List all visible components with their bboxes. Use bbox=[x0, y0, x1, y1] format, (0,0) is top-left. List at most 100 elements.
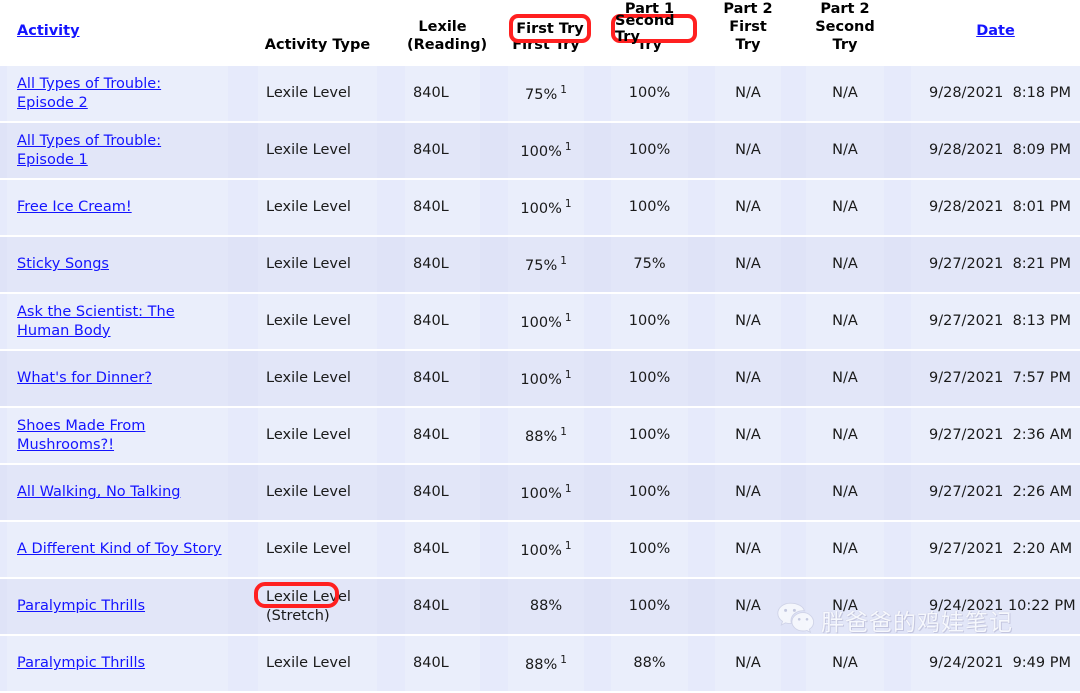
cell-activity-type: Lexile Level bbox=[258, 178, 377, 238]
cell-lexile: 840L bbox=[405, 406, 480, 466]
date-sort-link[interactable]: Date bbox=[976, 23, 1015, 39]
cell-activity-type: Lexile Level bbox=[258, 463, 377, 523]
table-row: Sticky Songs Lexile Level 840L 75% 1 75% N/A N/… bbox=[0, 235, 1080, 295]
cell-date: 9/27/2021 2:20 AM bbox=[911, 520, 1080, 580]
cell-activity: All Types of Trouble: Episode 1 bbox=[7, 121, 228, 181]
activity-link[interactable]: What's for Dinner? bbox=[17, 370, 152, 386]
row-spacer-1 bbox=[228, 64, 258, 124]
activity-link[interactable]: All Types of Trouble: Episode 1 bbox=[17, 133, 161, 168]
cell-part2-second-try: N/A bbox=[806, 520, 884, 580]
cell-part2-first-try: N/A bbox=[715, 577, 781, 637]
activity-link[interactable]: A Different Kind of Toy Story bbox=[17, 541, 222, 557]
row-spacer-6 bbox=[781, 520, 806, 580]
cell-activity: Shoes Made From Mushrooms?! bbox=[7, 406, 228, 466]
activity-type-label: Lexile Level bbox=[266, 256, 351, 273]
cell-part1-second-try: 100% bbox=[611, 64, 688, 124]
row-spacer-3 bbox=[480, 634, 508, 693]
row-spacer-4 bbox=[584, 235, 611, 295]
row-spacer-4 bbox=[584, 349, 611, 409]
activity-link[interactable]: Paralympic Thrills bbox=[17, 655, 145, 671]
part1-first-try-value: 75% bbox=[525, 86, 558, 103]
cell-part1-first-try: 100% 1 bbox=[508, 178, 584, 238]
row-spacer-3 bbox=[480, 178, 508, 238]
row-spacer-edge bbox=[0, 463, 7, 523]
cell-activity-type: Lexile Level bbox=[258, 121, 377, 181]
activity-type-label: Lexile Level bbox=[266, 313, 351, 330]
cell-lexile: 840L bbox=[405, 349, 480, 409]
table-row: All Walking, No Talking Lexile Level 840L 1… bbox=[0, 463, 1080, 523]
cell-lexile: 840L bbox=[405, 577, 480, 637]
header-spacer-6 bbox=[781, 0, 806, 66]
part1-second-line1: Part 1 bbox=[624, 1, 675, 17]
row-spacer-1 bbox=[228, 634, 258, 693]
row-spacer-7 bbox=[884, 178, 911, 238]
cell-date: 9/27/2021 2:26 AM bbox=[911, 463, 1080, 523]
cell-part2-second-try: N/A bbox=[806, 463, 884, 523]
row-spacer-6 bbox=[781, 64, 806, 124]
cell-part1-second-try: 100% bbox=[611, 406, 688, 466]
cell-part2-second-try: N/A bbox=[806, 292, 884, 352]
row-spacer-3 bbox=[480, 235, 508, 295]
row-spacer-7 bbox=[884, 634, 911, 693]
row-spacer-7 bbox=[884, 349, 911, 409]
activity-sort-link[interactable]: Activity bbox=[17, 23, 80, 39]
cell-part1-second-try: 100% bbox=[611, 520, 688, 580]
part1-first-try-value: 100% bbox=[520, 542, 562, 559]
activity-link[interactable]: All Types of Trouble: Episode 2 bbox=[17, 76, 161, 111]
header-spacer-2 bbox=[377, 0, 405, 66]
table-row: Paralympic Thrills Lexile Level (Stretch) 8… bbox=[0, 577, 1080, 637]
cell-date: 9/27/2021 8:13 PM bbox=[911, 292, 1080, 352]
column-header-part1-first-try: Part 1 First Try bbox=[508, 0, 584, 66]
row-spacer-6 bbox=[781, 178, 806, 238]
part1-first-try-value: 100% bbox=[520, 371, 562, 388]
row-spacer-3 bbox=[480, 292, 508, 352]
part1-first-try-value: 100% bbox=[520, 314, 562, 331]
activity-type-label: Lexile Level bbox=[266, 199, 351, 216]
row-spacer-7 bbox=[884, 64, 911, 124]
cell-part1-second-try: 100% bbox=[611, 292, 688, 352]
row-spacer-edge bbox=[0, 64, 7, 124]
row-spacer-edge bbox=[0, 235, 7, 295]
header-spacer-4 bbox=[584, 0, 611, 66]
cell-part1-first-try: 100% 1 bbox=[508, 520, 584, 580]
activity-type-note: (Stretch) bbox=[266, 607, 330, 624]
cell-activity: What's for Dinner? bbox=[7, 349, 228, 409]
cell-part2-first-try: N/A bbox=[715, 178, 781, 238]
row-spacer-6 bbox=[781, 292, 806, 352]
row-spacer-2 bbox=[377, 634, 405, 693]
activity-link[interactable]: Free Ice Cream! bbox=[17, 199, 132, 215]
cell-date: 9/28/2021 8:18 PM bbox=[911, 64, 1080, 124]
cell-part1-second-try: 100% bbox=[611, 349, 688, 409]
footnote-marker: 1 bbox=[564, 197, 572, 210]
activity-type-label: Lexile Level bbox=[266, 142, 351, 159]
cell-part2-first-try: N/A bbox=[715, 235, 781, 295]
row-spacer-5 bbox=[688, 292, 715, 352]
row-spacer-5 bbox=[688, 520, 715, 580]
cell-part1-second-try: 100% bbox=[611, 178, 688, 238]
activity-link[interactable]: All Walking, No Talking bbox=[17, 484, 180, 500]
column-header-lexile: Lexile (Reading) bbox=[405, 0, 487, 66]
activity-link[interactable]: Shoes Made From Mushrooms?! bbox=[17, 418, 145, 453]
cell-part1-first-try: 100% 1 bbox=[508, 121, 584, 181]
column-header-activity[interactable]: Activity bbox=[7, 0, 228, 66]
activity-link[interactable]: Ask the Scientist: The Human Body bbox=[17, 304, 175, 339]
row-spacer-3 bbox=[480, 406, 508, 466]
cell-part2-second-try: N/A bbox=[806, 178, 884, 238]
activity-link[interactable]: Sticky Songs bbox=[17, 256, 109, 272]
activity-link[interactable]: Paralympic Thrills bbox=[17, 598, 145, 614]
part1-first-try-value: 100% bbox=[520, 200, 562, 217]
activity-type-label: Lexile Level bbox=[266, 427, 351, 444]
row-spacer-2 bbox=[377, 292, 405, 352]
cell-date: 9/27/2021 8:21 PM bbox=[911, 235, 1080, 295]
cell-lexile: 840L bbox=[405, 634, 480, 693]
cell-activity-type: Lexile Level bbox=[258, 292, 377, 352]
part1-first-try-value: 100% bbox=[520, 143, 562, 160]
row-spacer-3 bbox=[480, 577, 508, 637]
cell-activity-type: Lexile Level bbox=[258, 349, 377, 409]
activity-type-label: Lexile Level bbox=[266, 541, 351, 558]
cell-part1-second-try: 100% bbox=[611, 121, 688, 181]
footnote-marker: 1 bbox=[564, 311, 572, 324]
row-spacer-2 bbox=[377, 520, 405, 580]
column-header-date[interactable]: Date bbox=[911, 0, 1080, 66]
row-spacer-2 bbox=[377, 463, 405, 523]
